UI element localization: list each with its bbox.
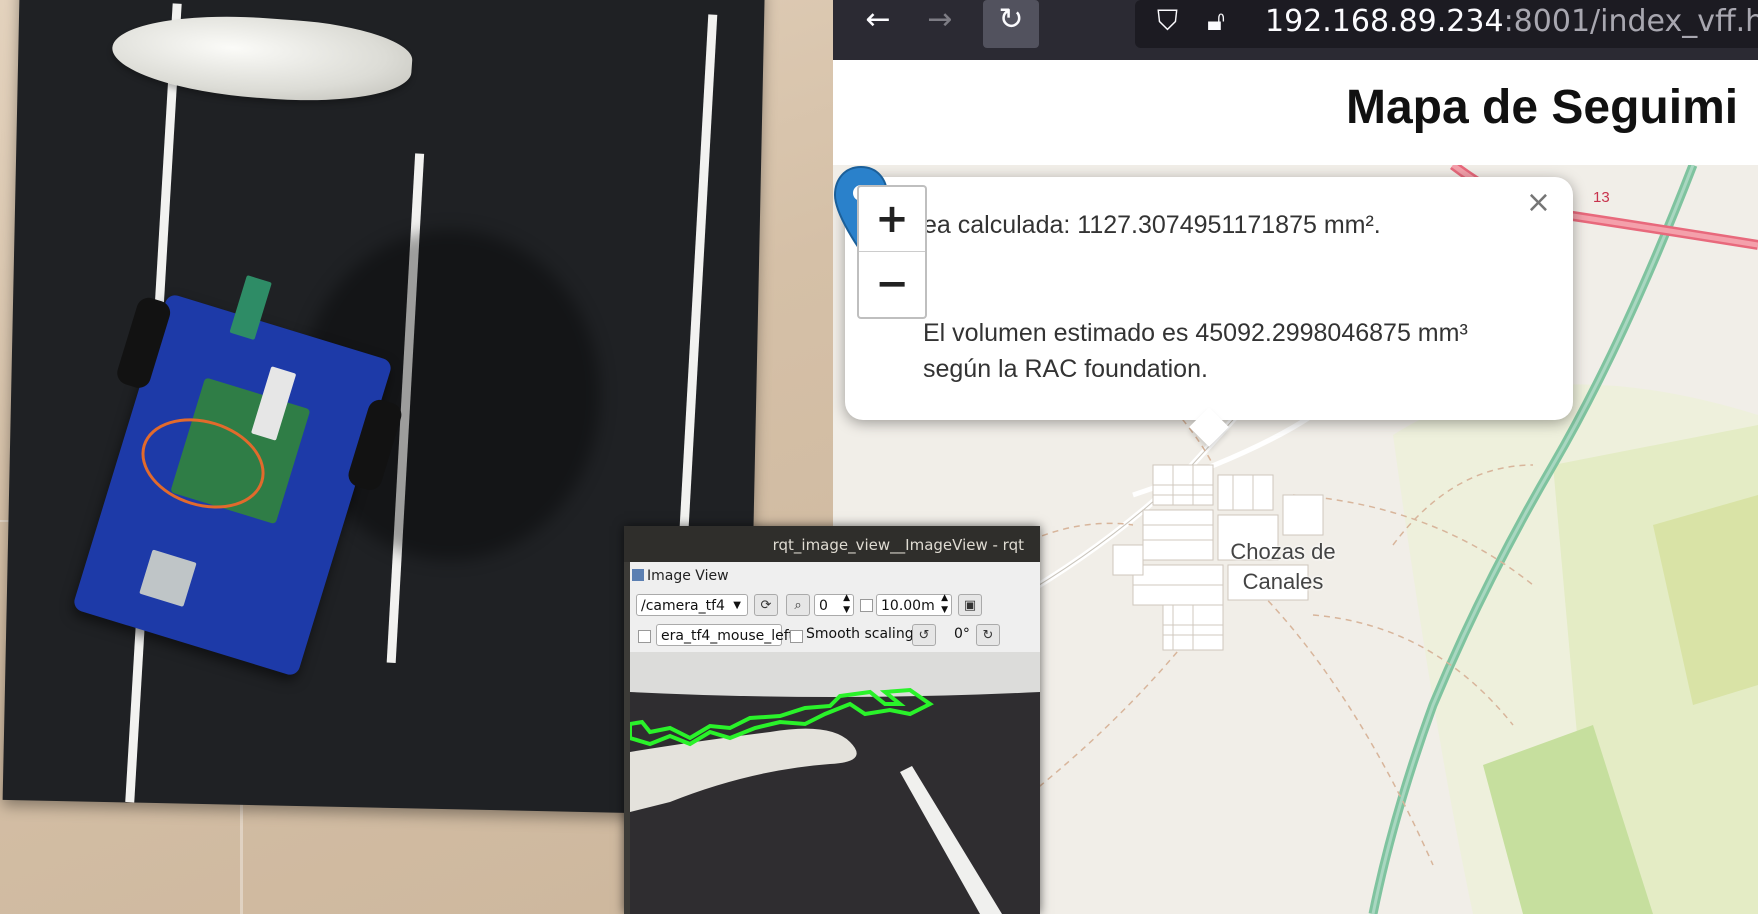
place-label-line-1: Chozas de: [1230, 539, 1336, 564]
range-checkbox[interactable]: [860, 599, 873, 612]
url-host: 192.168.89.234: [1265, 4, 1504, 39]
lock-warning-icon[interactable]: 🔓︎: [1207, 4, 1225, 38]
url-text[interactable]: 192.168.89.234:8001/index_vff.ht: [1265, 4, 1758, 39]
volume-text: El volumen estimado es 45092.2998046875 …: [923, 319, 1468, 347]
zoom-spinbox[interactable]: 0 ▲ ▼: [814, 593, 854, 616]
forward-arrow-icon[interactable]: →: [915, 0, 965, 48]
image-view-icon: [632, 569, 644, 581]
rqt-window: rqt_image_view__ImageView - rqt Image Vi…: [624, 526, 1040, 914]
smooth-scaling-checkbox[interactable]: [790, 630, 803, 643]
page-header: Mapa de Seguimi: [833, 60, 1758, 165]
place-label: Chozas de Canales: [1183, 537, 1383, 597]
zoom-spin-value: 0: [819, 598, 828, 614]
topic-select[interactable]: /camera_tf4 ▼: [636, 594, 748, 616]
zoom-out-button[interactable]: −: [859, 251, 925, 316]
popup-close-button[interactable]: ×: [1526, 185, 1551, 220]
reload-icon[interactable]: ↻: [983, 0, 1039, 48]
dock-title-text: Image View: [647, 568, 729, 584]
robot-camera: [139, 549, 197, 607]
floor-tile-seam: [240, 800, 243, 914]
rotate-right-button[interactable]: ↻: [976, 624, 1000, 646]
mouse-topic-field[interactable]: era_tf4_mouse_left: [656, 624, 794, 646]
camera-frame: [630, 652, 1040, 914]
zoom-in-button[interactable]: +: [859, 187, 925, 251]
save-image-button[interactable]: ▣: [958, 594, 982, 616]
rqt-window-title: rqt_image_view__ImageView - rqt: [772, 536, 1024, 554]
mouse-topic-value: era_tf4_mouse_left: [661, 628, 794, 644]
chevron-down-icon: ▼: [733, 600, 741, 611]
place-label-line-2: Canales: [1242, 569, 1324, 594]
url-path: :8001/index_vff.ht: [1503, 4, 1758, 39]
volume-source-text: según la RAC foundation.: [923, 355, 1208, 383]
max-range-spinbox[interactable]: 10.00m ▲ ▼: [876, 593, 952, 616]
info-popup: × ea calculada: 1127.3074951171875 mm². …: [845, 177, 1573, 447]
max-range-value: 10.00m: [881, 598, 935, 614]
url-bar[interactable]: ⛉ 🔓︎ 192.168.89.234:8001/index_vff.ht: [1135, 0, 1758, 48]
smooth-scaling-label: Smooth scaling: [806, 626, 914, 642]
browser-toolbar: ← → ↻ ⛉ 🔓︎ 192.168.89.234:8001/index_vff…: [833, 0, 1758, 60]
rqt-titlebar[interactable]: rqt_image_view__ImageView - rqt: [624, 526, 1040, 562]
zoom-fit-button[interactable]: ⌕: [786, 594, 810, 616]
zoom-control: + −: [857, 185, 927, 319]
publish-click-checkbox[interactable]: [638, 630, 651, 643]
topic-value: /camera_tf4: [641, 598, 725, 614]
spinner-arrows-icon: ▲ ▼: [941, 593, 948, 615]
rqt-body: Image View /camera_tf4 ▼ ⟳ ⌕ 0 ▲ ▼ 10.00m ▲ ▼…: [630, 562, 1040, 914]
spinner-arrows-icon: ▲ ▼: [843, 593, 850, 615]
rotate-left-button[interactable]: ↺: [912, 624, 936, 646]
rotation-value: 0°: [954, 626, 970, 642]
area-text: ea calculada: 1127.3074951171875 mm².: [923, 211, 1381, 239]
page-title: Mapa de Seguimi: [1346, 81, 1739, 134]
lane-line-right: [679, 14, 718, 535]
road-number: 13: [1593, 189, 1610, 206]
camera-image-view[interactable]: [630, 652, 1040, 914]
image-view-dock-title: Image View: [632, 568, 729, 584]
refresh-topics-button[interactable]: ⟳: [754, 594, 778, 616]
shield-icon[interactable]: ⛉: [1157, 4, 1178, 38]
back-arrow-icon[interactable]: ←: [853, 0, 903, 48]
